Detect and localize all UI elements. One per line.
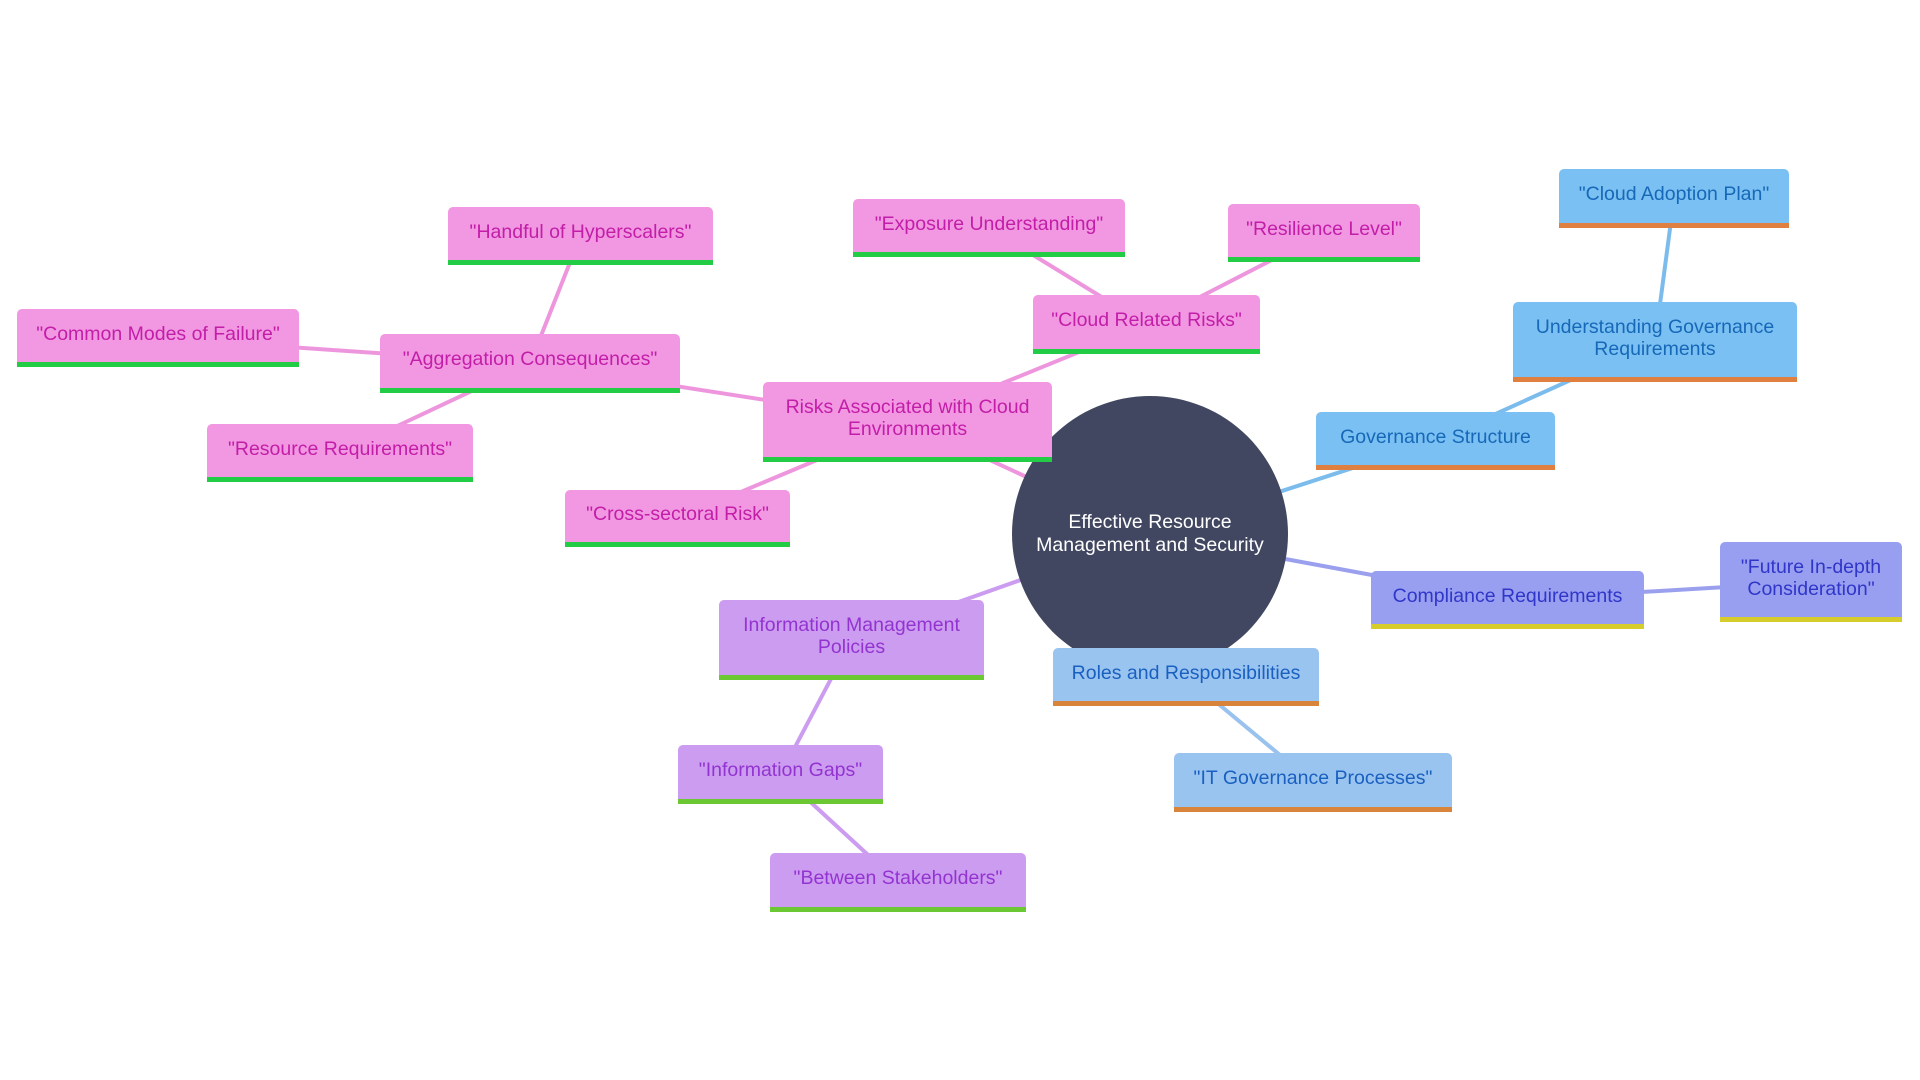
node-between-stakeholders[interactable]: "Between Stakeholders" (770, 853, 1026, 912)
node-cloud-related-risks[interactable]: "Cloud Related Risks" (1033, 295, 1260, 354)
node-future-in-depth-consideration[interactable]: "Future In-depth Consideration" (1720, 542, 1902, 622)
node-resource-requirements[interactable]: "Resource Requirements" (207, 424, 473, 482)
root-node[interactable]: Effective Resource Management and Securi… (1012, 396, 1288, 672)
node-compliance-requirements[interactable]: Compliance Requirements (1371, 571, 1644, 629)
node-information-management-policies[interactable]: Information Management Policies (719, 600, 984, 680)
node-cloud-adoption-plan[interactable]: "Cloud Adoption Plan" (1559, 169, 1789, 228)
node-resilience-level[interactable]: "Resilience Level" (1228, 204, 1420, 262)
node-understanding-governance-requirements[interactable]: Understanding Governance Requirements (1513, 302, 1797, 382)
node-common-modes-of-failure[interactable]: "Common Modes of Failure" (17, 309, 299, 367)
node-governance-structure[interactable]: Governance Structure (1316, 412, 1555, 470)
node-handful-of-hyperscalers[interactable]: "Handful of Hyperscalers" (448, 207, 713, 265)
connector-lines (157, 198, 1812, 884)
node-exposure-understanding[interactable]: "Exposure Understanding" (853, 199, 1125, 257)
node-risks-cloud-environments[interactable]: Risks Associated with Cloud Environments (763, 382, 1052, 462)
node-it-governance-processes[interactable]: "IT Governance Processes" (1174, 753, 1452, 812)
node-information-gaps[interactable]: "Information Gaps" (678, 745, 883, 804)
node-roles-and-responsibilities[interactable]: Roles and Responsibilities (1053, 648, 1319, 706)
node-aggregation-consequences[interactable]: "Aggregation Consequences" (380, 334, 680, 393)
node-cross-sectoral-risk[interactable]: "Cross-sectoral Risk" (565, 490, 790, 547)
